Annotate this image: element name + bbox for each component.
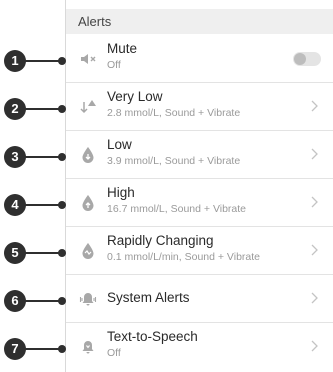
callout-marker-2: 2 (4, 98, 68, 120)
bell-speech-icon (78, 337, 98, 357)
low-row[interactable]: Low 3.9 mmol/L, Sound + Vibrate (66, 131, 333, 179)
callout-dot (58, 153, 66, 161)
callout-dot (58, 249, 66, 257)
chevron-right-icon (311, 244, 318, 256)
row-title: System Alerts (107, 290, 190, 305)
callout-number: 1 (4, 50, 26, 72)
callout-leader-line (24, 60, 62, 62)
chevron-right-icon (311, 340, 318, 352)
row-subtitle: 16.7 mmol/L, Sound + Vibrate (107, 203, 247, 215)
chevron-right-icon (311, 100, 318, 112)
row-title: High (107, 185, 135, 200)
callout-dot (58, 201, 66, 209)
row-subtitle: 0.1 mmol/L/min, Sound + Vibrate (107, 251, 261, 263)
callout-marker-6: 6 (4, 290, 68, 312)
callout-leader-line (24, 300, 62, 302)
callout-leader-line (24, 252, 62, 254)
callout-number: 2 (4, 98, 26, 120)
callout-dot (58, 345, 66, 353)
callout-marker-5: 5 (4, 242, 68, 264)
chevron-right-icon (311, 196, 318, 208)
row-title: Mute (107, 41, 138, 56)
alerts-section-header: Alerts (66, 9, 333, 34)
callout-number: 4 (4, 194, 26, 216)
rapidly-changing-icon (78, 241, 98, 261)
chevron-right-icon (311, 148, 318, 160)
high-drop-icon (78, 193, 98, 213)
high-row[interactable]: High 16.7 mmol/L, Sound + Vibrate (66, 179, 333, 227)
callout-leader-line (24, 108, 62, 110)
callout-number: 6 (4, 290, 26, 312)
callout-number: 5 (4, 242, 26, 264)
mute-row[interactable]: Mute Off (66, 35, 333, 83)
low-drop-icon (78, 145, 98, 165)
mute-toggle[interactable] (293, 52, 321, 66)
row-title: Very Low (107, 89, 163, 104)
callout-marker-3: 3 (4, 146, 68, 168)
rapidly-changing-row[interactable]: Rapidly Changing 0.1 mmol/L/min, Sound +… (66, 227, 333, 275)
alerts-settings-screen: Alerts Mute Off Very Low 2.8 mmol/L, Sou… (0, 0, 333, 372)
callout-marker-1: 1 (4, 50, 68, 72)
callout-leader-line (24, 348, 62, 350)
callout-number: 3 (4, 146, 26, 168)
callout-dot (58, 105, 66, 113)
callout-marker-7: 7 (4, 338, 68, 360)
very-low-row[interactable]: Very Low 2.8 mmol/L, Sound + Vibrate (66, 83, 333, 131)
section-title: Alerts (78, 14, 112, 29)
callout-dot (58, 297, 66, 305)
row-subtitle: Off (107, 347, 121, 359)
row-subtitle: 2.8 mmol/L, Sound + Vibrate (107, 107, 241, 119)
very-low-alert-icon (78, 97, 98, 117)
toggle-knob (294, 53, 306, 65)
row-subtitle: 3.9 mmol/L, Sound + Vibrate (107, 155, 241, 167)
row-title: Rapidly Changing (107, 233, 214, 248)
callout-leader-line (24, 156, 62, 158)
bell-ringing-icon (78, 289, 98, 309)
callout-leader-line (24, 204, 62, 206)
text-to-speech-row[interactable]: Text-to-Speech Off (66, 323, 333, 371)
speaker-muted-icon (78, 49, 98, 69)
callout-marker-4: 4 (4, 194, 68, 216)
row-title: Low (107, 137, 132, 152)
system-alerts-row[interactable]: System Alerts (66, 275, 333, 323)
row-subtitle: Off (107, 59, 121, 71)
callout-dot (58, 57, 66, 65)
chevron-right-icon (311, 292, 318, 304)
callout-number: 7 (4, 338, 26, 360)
row-title: Text-to-Speech (107, 329, 198, 344)
